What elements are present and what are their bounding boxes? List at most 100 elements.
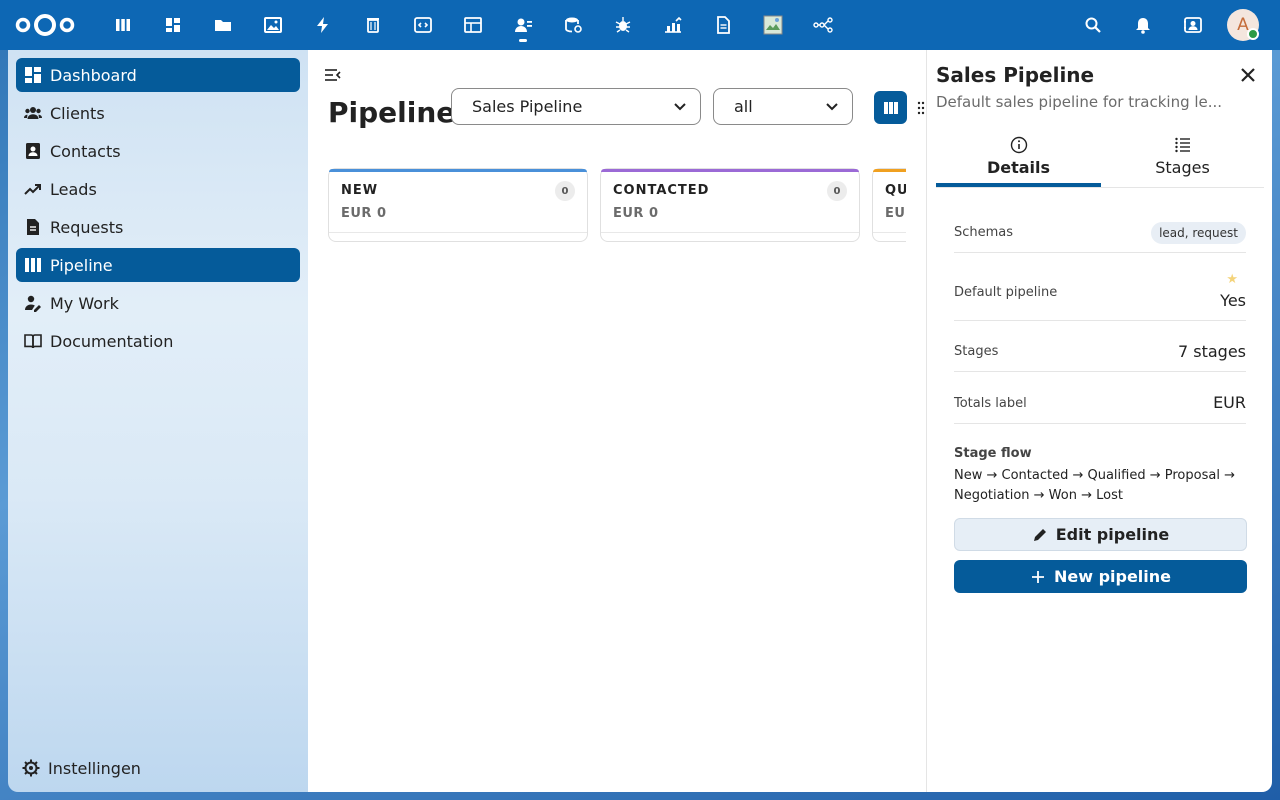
column-title: QUALIFIED [885,183,906,198]
sidebar-subtitle: Default sales pipeline for tracking le..… [936,93,1223,111]
columns-icon [883,101,898,114]
tab-divider [936,187,1264,188]
pipeline-select-value: Sales Pipeline [472,97,583,116]
column-count-badge: 0 [555,181,575,201]
column-color-bar [329,169,587,172]
page-title: Pipeline [328,96,456,129]
settings-label: Instellingen [48,758,141,778]
kanban-view-button[interactable] [874,91,907,124]
sidebar-item-label: Dashboard [50,65,137,85]
document-icon[interactable] [706,8,740,42]
column-title: CONTACTED [613,183,710,198]
property-value: EUR [1213,393,1246,412]
edit-pipeline-label: Edit pipeline [1055,525,1170,544]
edit-pipeline-button[interactable]: Edit pipeline [954,518,1247,551]
sidebar-item-requests[interactable]: Requests [16,210,300,244]
dashboard-grid-icon[interactable] [156,8,190,42]
sidebar-item-label: Documentation [50,331,174,351]
new-pipeline-button[interactable]: New pipeline [954,560,1247,593]
sidebar-item-label: Requests [50,217,124,237]
flow-icon[interactable] [806,8,840,42]
new-pipeline-label: New pipeline [1053,567,1172,586]
sidebar-title: Sales Pipeline [936,63,1095,87]
property-value: Yes [1220,291,1246,310]
trash-icon[interactable] [356,8,390,42]
chart-icon[interactable] [656,8,690,42]
sidebar-item-my-work[interactable]: My Work [16,286,300,320]
property-label: Schemas [954,225,1014,240]
column-total: EUR 0 [885,206,906,221]
database-icon[interactable] [556,8,590,42]
trending-icon [24,180,42,198]
property-label: Totals label [954,396,1027,411]
kanban-column-contacted: CONTACTED 0 EUR 0 [600,168,860,242]
kanban-column-qualified: QUALIFIED 0 EUR 0 [872,168,906,242]
search-icon[interactable] [1076,8,1110,42]
user-work-icon [24,294,42,312]
columns-icon[interactable] [106,8,140,42]
pipeline-select[interactable]: Sales Pipeline [451,88,701,125]
stage-flow-text: New → Contacted → Qualified → Proposal →… [954,468,1235,503]
menu-collapse-icon[interactable] [324,66,342,84]
column-divider [873,232,906,233]
table-icon[interactable] [456,8,490,42]
settings-button[interactable]: Instellingen [16,751,300,785]
sidebar-item-contacts[interactable]: Contacts [16,134,300,168]
gear-icon [22,759,40,777]
broken-image-icon[interactable] [756,8,790,42]
kanban-board: NEW 0 EUR 0 CONTACTED 0 EUR 0 QUALIFIED … [328,168,906,248]
pipeline-icon [24,256,42,274]
sidebar-item-clients[interactable]: Clients [16,96,300,130]
sidebar-item-label: Leads [50,179,97,199]
chevron-down-icon [674,103,686,111]
contacts-icon[interactable] [506,8,540,42]
column-title: NEW [341,183,379,198]
sidebar-item-label: My Work [50,293,119,313]
sidebar-item-pipeline[interactable]: Pipeline [16,248,300,282]
column-color-bar [873,169,906,172]
property-totals-label: Totals label EUR [954,391,1246,424]
dashboard-icon [24,66,42,84]
info-icon [1010,136,1027,154]
list-view-button[interactable] [916,100,926,116]
book-icon [24,332,42,350]
column-total: EUR 0 [341,206,387,221]
contacts-menu-icon[interactable] [1176,8,1210,42]
filter-select[interactable]: all [713,88,853,125]
tab-details[interactable]: Details [936,132,1101,187]
nextcloud-logo[interactable] [14,12,76,38]
contact-card-icon [24,142,42,160]
details-sidebar: Sales Pipeline Default sales pipeline fo… [926,50,1272,792]
column-color-bar [601,169,859,172]
lightning-icon[interactable] [306,8,340,42]
filter-select-value: all [734,97,753,116]
property-stages: Stages 7 stages [954,340,1246,372]
list-icon [1174,137,1190,153]
column-total: EUR 0 [613,206,659,221]
sidebar-item-dashboard[interactable]: Dashboard [16,58,300,92]
pencil-icon [1032,527,1048,543]
app-navigation: Dashboard Clients Contacts Leads Request… [8,50,308,792]
schemas-chip: lead, request [1151,222,1246,244]
property-schemas: Schemas lead, request [954,222,1246,253]
kanban-column-new: NEW 0 EUR 0 [328,168,588,242]
code-icon[interactable] [406,8,440,42]
sidebar-item-leads[interactable]: Leads [16,172,300,206]
bell-icon[interactable] [1126,8,1160,42]
property-value: 7 stages [1177,342,1246,361]
file-text-icon [24,218,42,236]
image-icon[interactable] [256,8,290,42]
sidebar-item-label: Clients [50,103,105,123]
main-content: Pipeline Sales Pipeline all NEW 0 EUR 0 … [308,50,926,792]
folder-icon[interactable] [206,8,240,42]
sidebar-item-label: Pipeline [50,255,113,275]
list-icon [917,101,925,115]
column-divider [329,232,587,233]
sidebar-item-documentation[interactable]: Documentation [16,324,300,358]
status-online-icon [1247,28,1259,40]
top-header: A [0,0,1280,50]
star-icon: ★ [1226,272,1238,287]
bug-icon[interactable] [606,8,640,42]
close-icon[interactable] [1240,67,1256,83]
tab-stages[interactable]: Stages [1100,132,1265,187]
